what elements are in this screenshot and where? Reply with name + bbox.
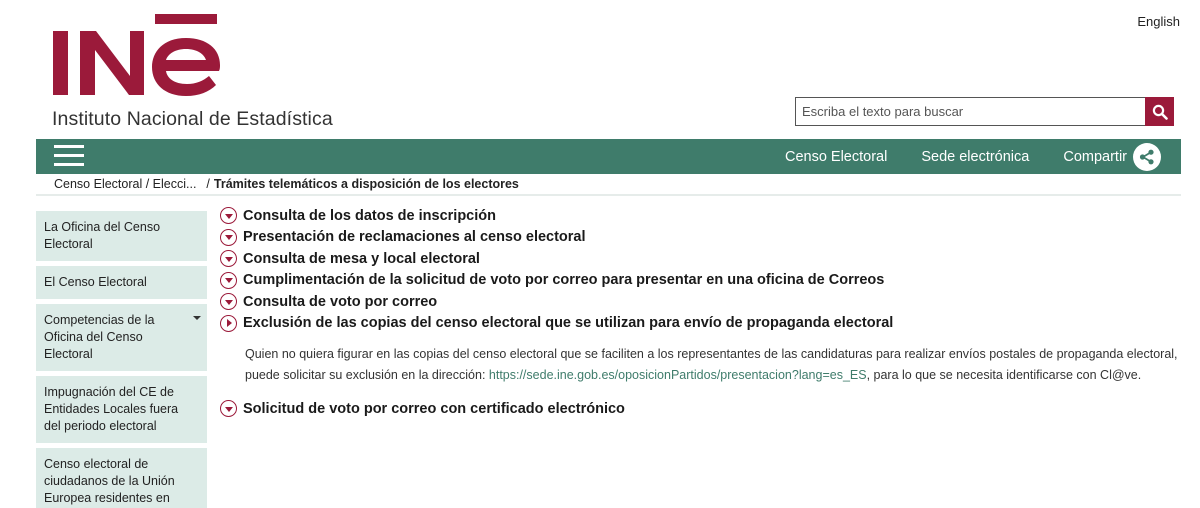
- search-button[interactable]: [1145, 97, 1174, 126]
- sidebar-item-label: El Censo Electoral: [44, 275, 147, 289]
- nav-censo-electoral[interactable]: Censo Electoral: [785, 149, 887, 165]
- accordion-title: Consulta de voto por correo: [243, 293, 438, 310]
- share-label: Compartir: [1063, 148, 1127, 165]
- sidebar-item-censo[interactable]: El Censo Electoral: [36, 266, 207, 299]
- accordion-body: Quien no quiera figurar en las copias de…: [245, 344, 1185, 386]
- nav-sede-electronica[interactable]: Sede electrónica: [921, 149, 1029, 165]
- share-icon: [1133, 142, 1161, 171]
- oposicion-partidos-link[interactable]: https://sede.ine.gob.es/oposicionPartido…: [489, 368, 867, 382]
- sidebar-item-label: Impugnación del CE de Entidades Locales …: [44, 385, 179, 433]
- accordion-item[interactable]: Cumplimentación de la solicitud de voto …: [220, 270, 1185, 292]
- breadcrumb-parent[interactable]: Censo Electoral / Elecci...: [54, 177, 196, 191]
- sidebar-item-label: Censo electoral de ciudadanos de la Unió…: [44, 457, 175, 505]
- accordion-body-text-end: , para lo que se necesita identificarse …: [866, 368, 1142, 382]
- sidebar-item-oficina[interactable]: La Oficina del Censo Electoral: [36, 211, 207, 261]
- accordion-title: Cumplimentación de la solicitud de voto …: [243, 272, 885, 289]
- sidebar-item-impugnacion[interactable]: Impugnación del CE de Entidades Locales …: [36, 376, 207, 443]
- logo-subtitle: Instituto Nacional de Estadística: [52, 108, 333, 130]
- expand-down-icon: [220, 207, 237, 225]
- nav-compartir[interactable]: Compartir: [1063, 142, 1161, 171]
- hamburger-menu-icon[interactable]: [54, 145, 84, 169]
- expand-down-icon: [220, 250, 237, 268]
- language-english-link[interactable]: English: [1137, 14, 1180, 29]
- accordion-item[interactable]: Consulta de los datos de inscripción: [220, 205, 1185, 227]
- accordion-title: Consulta de mesa y local electoral: [243, 250, 480, 267]
- accordion-title: Exclusión de las copias del censo electo…: [243, 315, 894, 332]
- accordion-item-expanded[interactable]: Exclusión de las copias del censo electo…: [220, 313, 1185, 335]
- main-content: Consulta de los datos de inscripción Pre…: [220, 205, 1185, 420]
- accordion-title: Presentación de reclamaciones al censo e…: [243, 229, 586, 246]
- accordion-title: Consulta de los datos de inscripción: [243, 207, 496, 224]
- accordion-item[interactable]: Presentación de reclamaciones al censo e…: [220, 227, 1185, 249]
- breadcrumb: Censo Electoral / Elecci... / Trámites tel…: [54, 177, 519, 191]
- search-icon: [1152, 104, 1168, 120]
- breadcrumb-divider: [36, 194, 1181, 196]
- breadcrumb-current: Trámites telemáticos a disposición de lo…: [213, 177, 519, 191]
- search-bar: [795, 97, 1174, 126]
- sidebar: La Oficina del Censo Electoral El Censo …: [36, 211, 207, 508]
- breadcrumb-separator: /: [206, 177, 210, 191]
- accordion-item[interactable]: Consulta de mesa y local electoral: [220, 248, 1185, 270]
- accordion-title: Solicitud de voto por correo con certifi…: [243, 400, 625, 417]
- sidebar-item-censo-ue[interactable]: Censo electoral de ciudadanos de la Unió…: [36, 448, 207, 508]
- sidebar-item-competencias[interactable]: Competencias de la Oficina del Censo Ele…: [36, 304, 207, 371]
- chevron-down-icon: [193, 316, 201, 320]
- expand-down-icon: [220, 293, 237, 311]
- accordion-item[interactable]: Solicitud de voto por correo con certifi…: [220, 398, 1185, 420]
- search-input[interactable]: [795, 97, 1145, 126]
- sidebar-item-label: Competencias de la Oficina del Censo Ele…: [44, 313, 155, 361]
- main-navbar: Censo Electoral Sede electrónica Compart…: [36, 139, 1181, 174]
- accordion-item[interactable]: Consulta de voto por correo: [220, 291, 1185, 313]
- collapse-right-icon: [220, 314, 237, 332]
- expand-down-icon: [220, 228, 237, 246]
- sidebar-item-label: La Oficina del Censo Electoral: [44, 220, 161, 251]
- expand-down-icon: [220, 271, 237, 289]
- ine-logo-mark: [53, 14, 220, 96]
- expand-down-icon: [220, 400, 237, 418]
- ine-logo[interactable]: Instituto Nacional de Estadística: [52, 14, 352, 132]
